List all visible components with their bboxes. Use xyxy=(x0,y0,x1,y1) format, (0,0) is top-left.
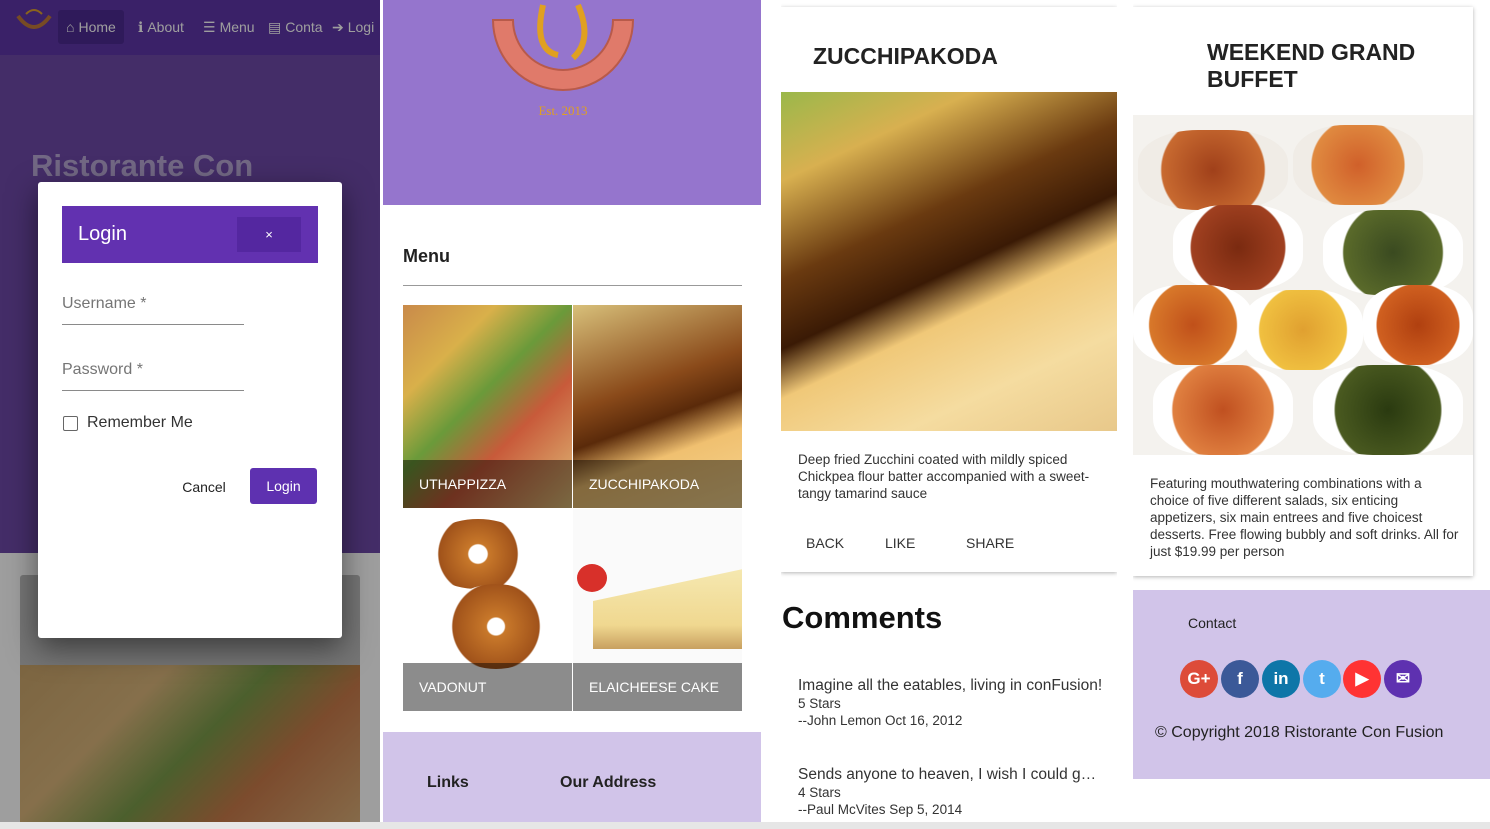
username-field[interactable]: Username * xyxy=(62,295,244,325)
dish-detail-panel: ZUCCHIPAKODA Deep fried Zucchini coated … xyxy=(781,0,1117,822)
footer: Links Our Address xyxy=(383,732,761,822)
menu-tile-uthappizza[interactable]: UTHAPPIZZA xyxy=(403,305,572,508)
comments-title: Comments xyxy=(782,600,943,635)
dialog-title: Login xyxy=(78,223,127,245)
restaurant-logo: Est. 2013 xyxy=(491,3,635,118)
menu-title: Menu xyxy=(403,246,450,266)
back-button[interactable]: BACK xyxy=(806,535,844,551)
menu-tile-zucchipakoda[interactable]: ZUCCHIPAKODA xyxy=(573,305,742,508)
tile-label: ZUCCHIPAKODA xyxy=(573,460,742,508)
promotion-title: WEEKEND GRAND BUFFET xyxy=(1207,39,1416,92)
menu-tile-vadonut[interactable]: VADONUT xyxy=(403,509,572,711)
buffet-image xyxy=(1133,115,1473,455)
contact-heading: Contact xyxy=(1188,615,1237,631)
menu-panel: Est. 2013 Menu UTHAPPIZZA ZUCCHIPAKODA V… xyxy=(383,0,761,822)
comment-rating: 5 Stars xyxy=(798,696,841,711)
comment-text: Sends anyone to heaven, I wish I could g… xyxy=(798,766,1103,783)
comment-item: Imagine all the eatables, living in conF… xyxy=(798,677,1103,729)
comment-text: Imagine all the eatables, living in conF… xyxy=(798,677,1103,694)
comment-author: --John Lemon Oct 16, 2012 xyxy=(798,713,963,728)
login-panel: ⌂ Home ℹ About ☰ Menu ▤ Conta ➔ Logi Ris… xyxy=(0,0,380,822)
google-plus-icon[interactable]: G+ xyxy=(1180,660,1218,698)
login-dialog: Login × Username * Password * Remember M… xyxy=(38,182,342,638)
youtube-icon[interactable]: ▶ xyxy=(1343,660,1381,698)
menu-tile-elaicheese-cake[interactable]: ELAICHEESE CAKE xyxy=(573,509,742,711)
comment-author: --Paul McVites Sep 5, 2014 xyxy=(798,802,963,817)
dish-title: ZUCCHIPAKODA xyxy=(813,43,998,69)
dish-image xyxy=(781,92,1117,431)
comment-rating: 4 Stars xyxy=(798,785,841,800)
twitter-icon[interactable]: t xyxy=(1303,660,1341,698)
dish-description: Deep fried Zucchini coated with mildly s… xyxy=(798,452,1090,501)
close-button[interactable]: × xyxy=(237,217,301,252)
address-heading: Our Address xyxy=(560,774,657,791)
tile-label: ELAICHEESE CAKE xyxy=(573,663,742,711)
promotion-panel: WEEKEND GRAND BUFFET Featuring mouthwate… xyxy=(1133,0,1490,822)
username-placeholder: Username * xyxy=(62,295,147,312)
dish-card: ZUCCHIPAKODA Deep fried Zucchini coated … xyxy=(781,7,1117,572)
promotion-card: WEEKEND GRAND BUFFET Featuring mouthwate… xyxy=(1133,7,1473,576)
remember-checkbox[interactable] xyxy=(63,416,78,431)
comment-item: Sends anyone to heaven, I wish I could g… xyxy=(798,766,1103,818)
window-bottom-edge xyxy=(0,822,1490,829)
links-heading: Links xyxy=(427,774,469,791)
facebook-icon[interactable]: f xyxy=(1221,660,1259,698)
promotion-description: Featuring mouthwatering combinations wit… xyxy=(1150,476,1459,559)
tile-label: VADONUT xyxy=(403,663,572,711)
strawberry-image xyxy=(577,564,607,592)
dialog-header: Login × xyxy=(62,206,318,263)
tile-label: UTHAPPIZZA xyxy=(403,460,572,508)
remember-label: Remember Me xyxy=(87,414,193,431)
linkedin-icon[interactable]: in xyxy=(1262,660,1300,698)
password-placeholder: Password * xyxy=(62,361,143,378)
cancel-button[interactable]: Cancel xyxy=(172,470,236,504)
share-button[interactable]: SHARE xyxy=(966,535,1014,551)
password-field[interactable]: Password * xyxy=(62,361,244,391)
like-button[interactable]: LIKE xyxy=(885,535,915,551)
mail-icon[interactable]: ✉ xyxy=(1384,660,1422,698)
copyright: © Copyright 2018 Ristorante Con Fusion xyxy=(1155,724,1444,741)
menu-header: Est. 2013 xyxy=(383,0,761,205)
logo-est-text: Est. 2013 xyxy=(538,103,587,118)
login-button[interactable]: Login xyxy=(250,468,317,504)
divider xyxy=(403,285,742,286)
